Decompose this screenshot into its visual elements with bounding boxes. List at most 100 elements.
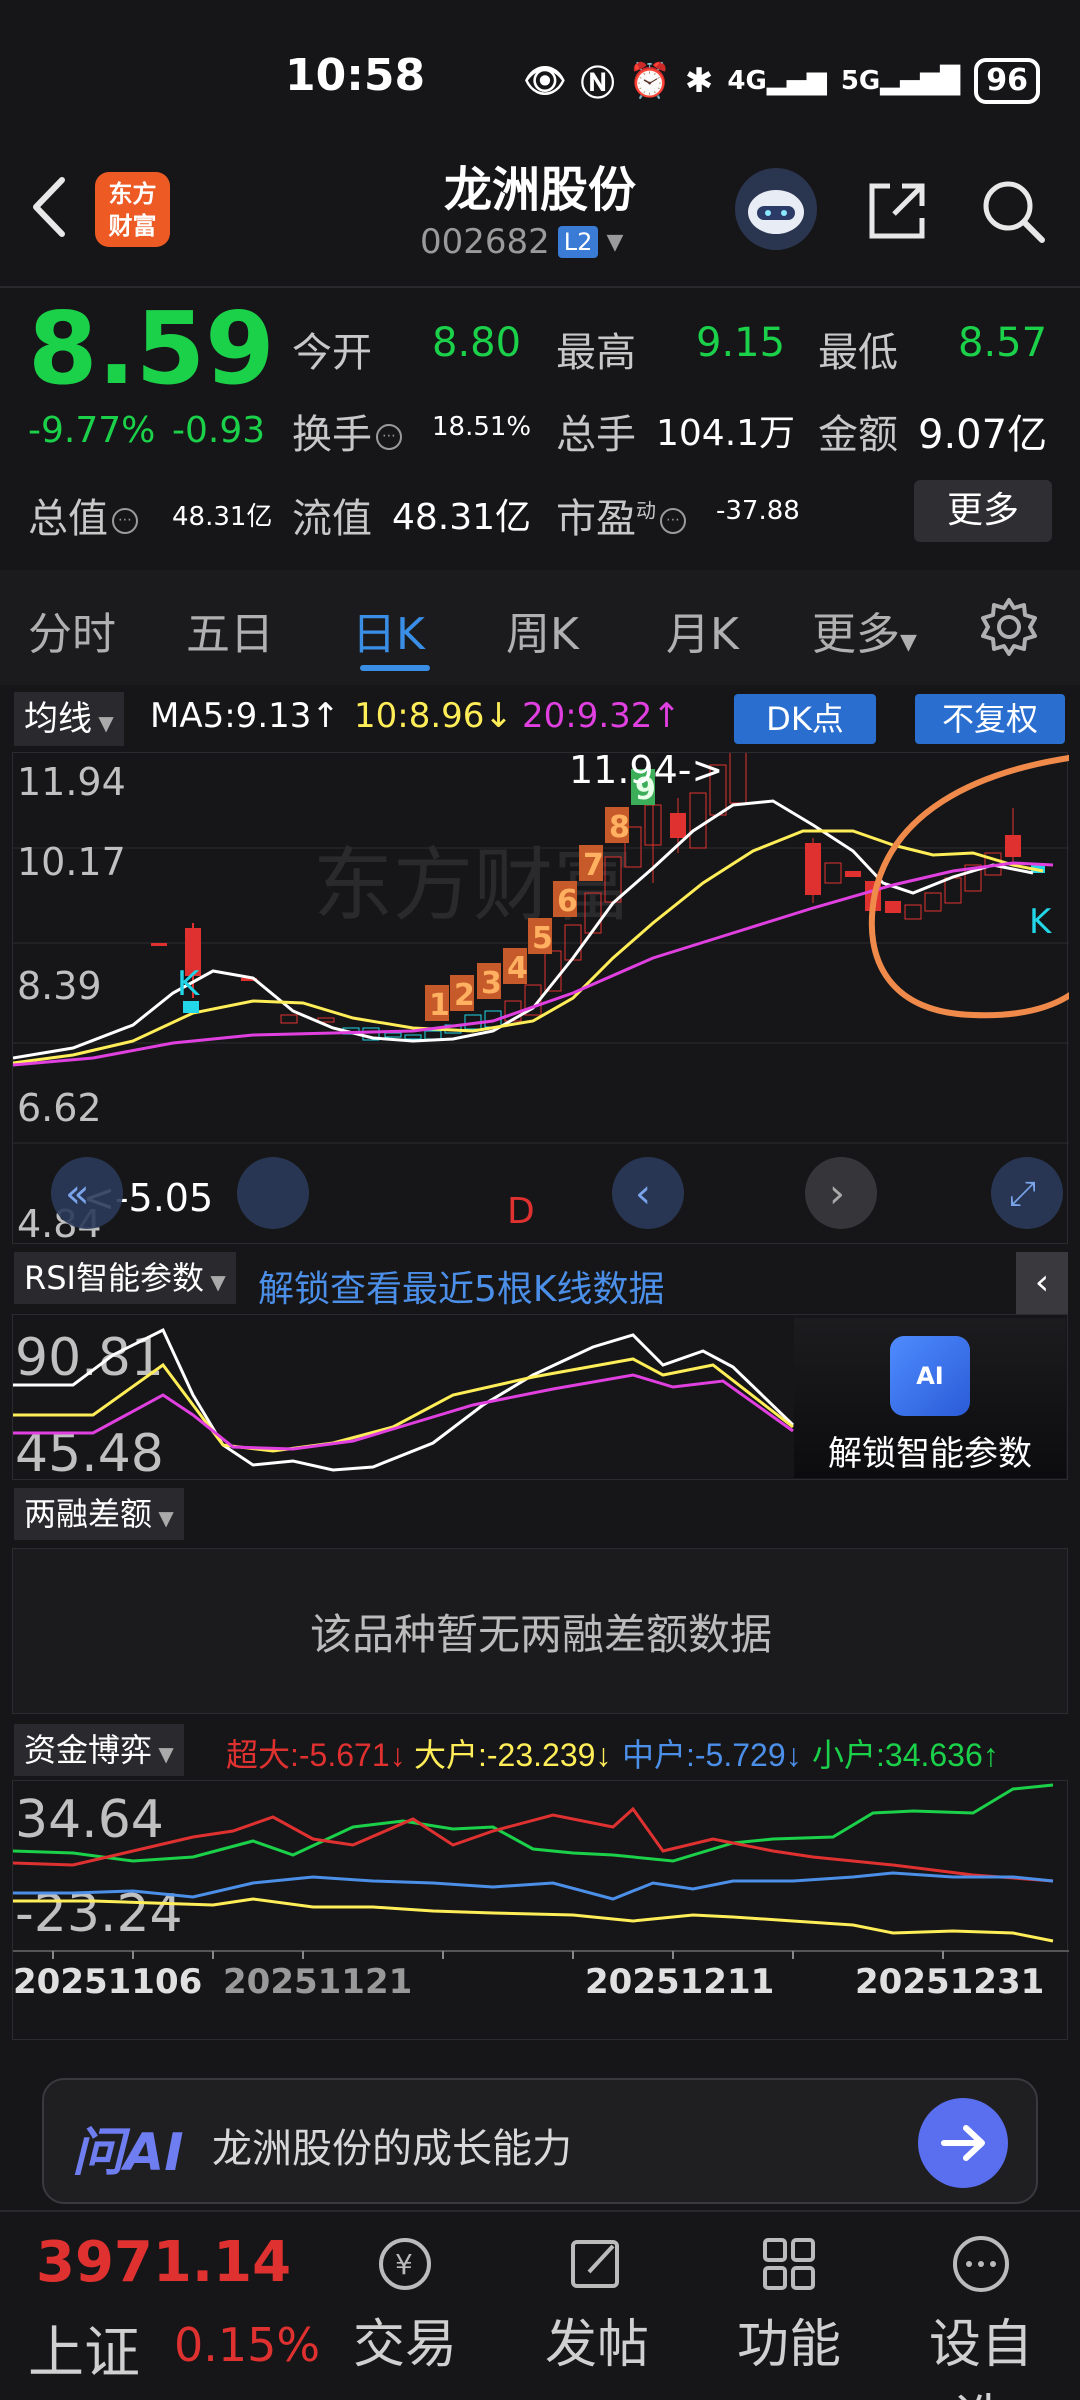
collapse-button[interactable]: ‹: [1016, 1252, 1068, 1314]
alarm-icon: ⏰: [628, 60, 671, 101]
stock-code-selector[interactable]: 002682 L2 ▼: [420, 222, 623, 262]
search-icon[interactable]: [978, 176, 1048, 246]
battery-icon: 96: [974, 57, 1040, 104]
candle: [689, 792, 707, 849]
kline-svg: 东方财富 11.94 10.17 8.39 6.62 4.84 1 2 3 4 …: [12, 747, 1076, 1246]
nav-add-watchlist[interactable]: 设自选: [906, 2232, 1056, 2400]
unlock-smart-params-card[interactable]: AI 解锁智能参数: [794, 1318, 1066, 1478]
margin-header: 两融差额 ▼: [0, 1488, 1080, 1546]
seq-label: 1: [429, 988, 450, 1023]
quote-panel: 8.59 -9.77% -0.93 今开 8.80 最高 9.15 最低 8.5…: [0, 290, 1080, 565]
candle: [384, 1032, 402, 1038]
candle: [151, 943, 167, 946]
candle: [924, 892, 942, 912]
ask-ai-label: 问AI: [72, 2123, 184, 2183]
svg-text:‹: ‹: [635, 1171, 651, 1217]
float-value: 48.31亿: [392, 497, 532, 538]
high-marker: 11.94->: [569, 753, 723, 792]
mktcap-label[interactable]: 总值 ⋯: [28, 486, 138, 544]
adjust-button[interactable]: 不复权: [915, 694, 1065, 744]
ma-legend: 均线 ▼ MA5:9.13↑ 10:8.96↓ 20:9.32↑ DK点 不复权: [0, 690, 1080, 750]
current-price: 8.59: [28, 290, 275, 407]
indicator-selector[interactable]: 均线 ▼: [14, 692, 124, 746]
divider: [0, 286, 1080, 288]
fund-large: 大户:-23.239↓: [414, 1737, 612, 1773]
candle: [729, 747, 747, 804]
edit-icon: [571, 2240, 619, 2288]
margin-panel: 该品种暂无两融差额数据: [12, 1548, 1068, 1714]
tab-monthly-k[interactable]: 月K: [666, 598, 739, 662]
candle: [944, 877, 962, 904]
candle: [1005, 835, 1021, 857]
hand-drawn-annotation: [868, 755, 1076, 1019]
nav-post[interactable]: 发帖: [522, 2232, 672, 2377]
clock: 10:58: [285, 50, 426, 101]
candle: [280, 1014, 298, 1024]
empty-state-text: 该品种暂无两融差额数据: [309, 1610, 772, 1659]
index-name: 上证: [28, 2321, 140, 2386]
nav-functions[interactable]: 功能: [714, 2232, 864, 2377]
fund-selector[interactable]: 资金博弈 ▼: [14, 1724, 184, 1776]
stock-header: 东方 财富 龙洲股份 002682 L2 ▼: [0, 150, 1080, 285]
seq-label: 4: [507, 951, 528, 986]
status-bar: 10:58 👁 Ⓝ ⏰ ✱ 4G▂▄▆ 5G▂▄▆█ 96: [0, 0, 1080, 150]
tab-daily-k[interactable]: 日K: [352, 598, 425, 662]
tab-intraday[interactable]: 分时: [28, 598, 116, 662]
pe-value: -37.88: [716, 496, 800, 526]
more-button[interactable]: 更多: [914, 480, 1052, 542]
fund-tick: 34.64: [15, 1790, 164, 1850]
nav-trade[interactable]: ¥ 交易: [330, 2232, 480, 2377]
send-arrow-icon[interactable]: [918, 2098, 1008, 2188]
change-amount: -0.93: [172, 410, 266, 451]
stock-code: 002682: [420, 222, 550, 262]
5g-signal-icon: 5G▂▄▆█: [840, 65, 961, 96]
seq-label: 3: [481, 966, 502, 1001]
rsi-unlock-link[interactable]: 解锁查看最近5根K线数据: [258, 1260, 665, 1312]
float-label: 流值: [292, 496, 372, 542]
amount-label: 金额: [818, 412, 898, 458]
svg-text:¥: ¥: [395, 2248, 413, 2281]
dk-point-button[interactable]: DK点: [734, 694, 876, 744]
robot-assistant-icon[interactable]: [735, 168, 817, 250]
bluetooth-icon: ✱: [684, 60, 714, 101]
yuan-exchange-icon: ¥: [379, 2238, 431, 2290]
gear-icon[interactable]: [978, 596, 1040, 658]
seq-label: 7: [583, 848, 604, 883]
ask-ai-prompt: 龙洲股份的成长能力: [212, 2126, 572, 2172]
tab-more[interactable]: 更多▼: [812, 598, 917, 662]
high-label: 最高: [556, 330, 636, 376]
ma5-value: MA5:9.13↑: [150, 696, 340, 736]
rsi-selector[interactable]: RSI智能参数 ▼: [14, 1252, 236, 1304]
price-tick: 6.62: [17, 1086, 102, 1130]
candle: [670, 813, 686, 838]
tab-weekly-k[interactable]: 周K: [506, 598, 579, 662]
fund-header: 资金博弈 ▼ 超大:-5.671↓ 大户:-23.239↓ 中户:-5.729↓…: [0, 1722, 1080, 1780]
nfc-icon: Ⓝ: [580, 64, 615, 104]
ask-ai-bar[interactable]: 问AI 龙洲股份的成长能力: [42, 2078, 1038, 2204]
price-tick: 10.17: [17, 840, 126, 884]
volume-value: 104.1万: [656, 413, 796, 454]
info-icon: ⋯: [112, 508, 138, 534]
index-value: 3971.14: [36, 2230, 292, 2295]
turnover-value: 18.51%: [432, 412, 532, 442]
date-tick: 20251121: [223, 1962, 412, 2002]
high-value: 9.15: [696, 320, 786, 366]
seq-label: 8: [609, 810, 630, 845]
signal-d: D: [507, 1191, 535, 1232]
turnover-label[interactable]: 换手 ⋯: [292, 402, 402, 460]
candle: [904, 904, 922, 920]
mktcap-value: 48.31亿: [172, 502, 273, 532]
margin-selector[interactable]: 两融差额 ▼: [14, 1488, 184, 1540]
share-icon[interactable]: [862, 176, 932, 246]
low-label: 最低: [818, 330, 898, 376]
tab-five-day[interactable]: 五日: [186, 598, 274, 662]
super-line: [12, 1806, 1054, 1883]
signal-k: K: [1029, 902, 1053, 942]
svg-text:›: ›: [829, 1171, 845, 1217]
seq-label: 5: [532, 921, 553, 956]
kline-chart[interactable]: 东方财富 11.94 10.17 8.39 6.62 4.84 1 2 3 4 …: [12, 747, 1076, 1246]
open-label: 今开: [292, 330, 372, 376]
eye-icon: 👁: [523, 60, 567, 101]
candle: [824, 862, 842, 884]
pe-label[interactable]: 市盈动 ⋯: [556, 486, 686, 544]
